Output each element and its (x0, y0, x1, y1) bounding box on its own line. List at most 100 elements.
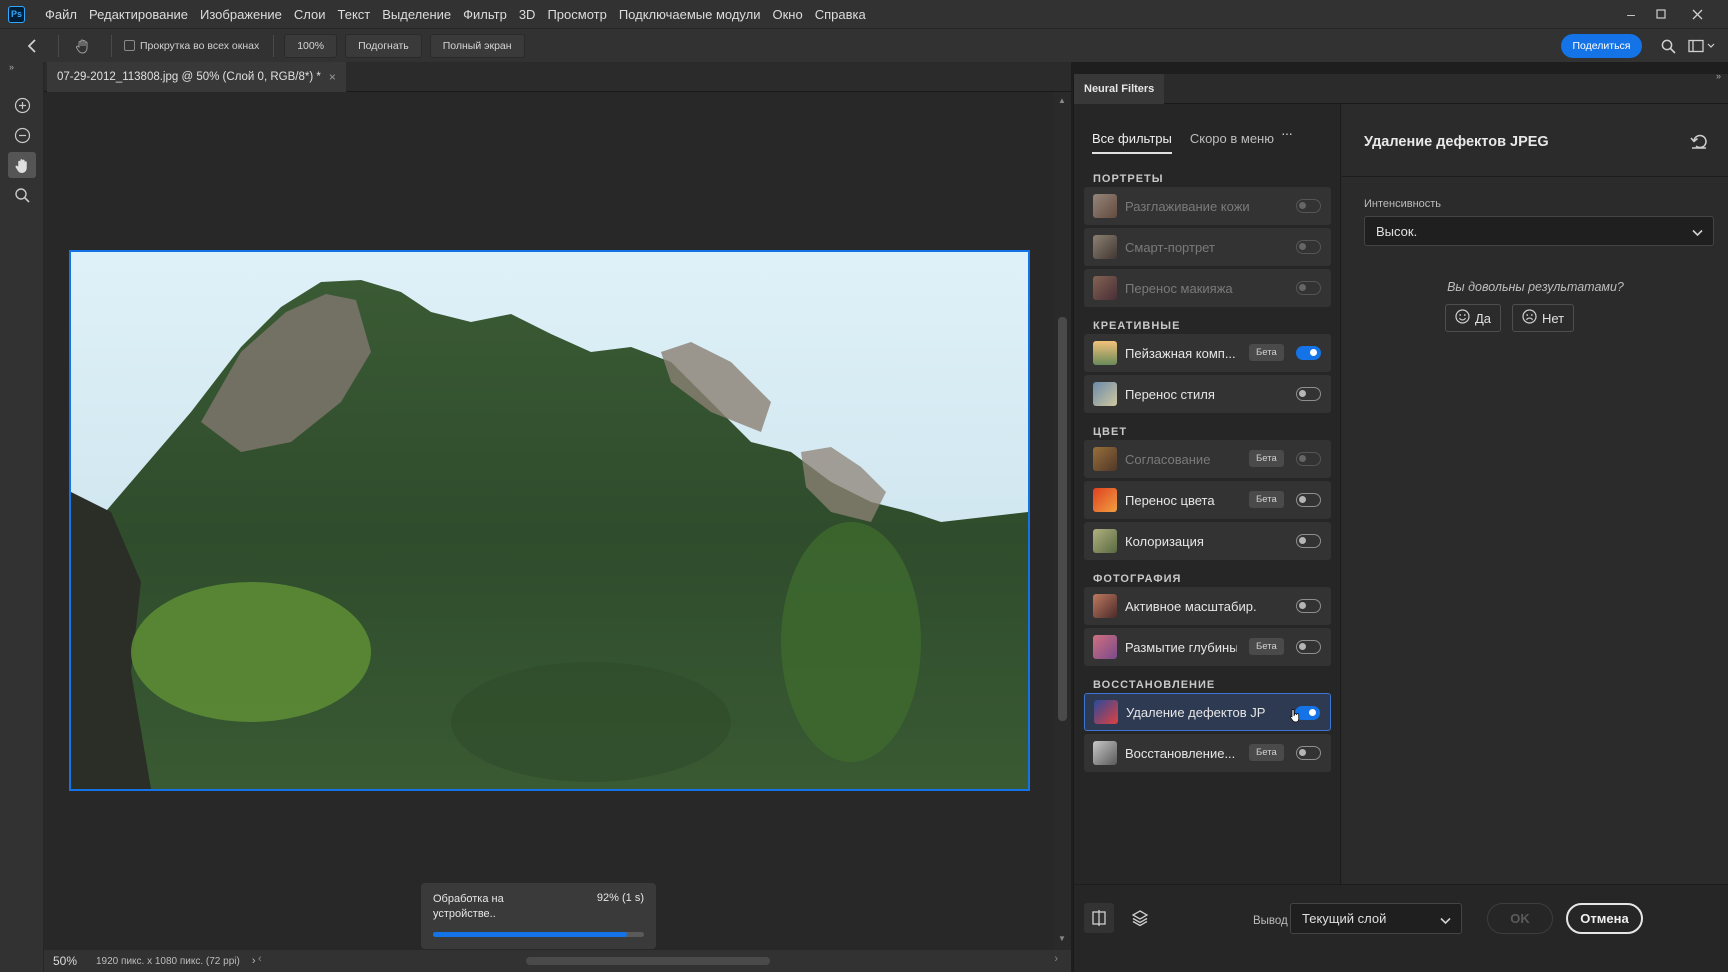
menu-layers[interactable]: Слои (294, 7, 326, 22)
magnifier-icon[interactable] (8, 182, 36, 208)
color-transfer-icon (1093, 488, 1117, 512)
compare-view-icon[interactable] (1084, 903, 1114, 933)
cancel-button[interactable]: Отмена (1566, 903, 1643, 934)
output-dropdown[interactable]: Текущий слой (1290, 903, 1462, 934)
filter-toggle[interactable] (1296, 640, 1321, 654)
filter-toggle[interactable] (1296, 387, 1321, 401)
hand-tool-active-icon[interactable] (8, 152, 36, 178)
filter-row-skin-smoothing[interactable]: Разглаживание кожи (1084, 187, 1331, 225)
more-options-icon[interactable]: ··· (1281, 125, 1293, 141)
scroll-thumb[interactable] (1058, 317, 1067, 721)
layer-preview-icon[interactable] (1125, 903, 1155, 933)
zoom-out-icon[interactable] (8, 122, 36, 148)
menu-window[interactable]: Окно (772, 7, 802, 22)
scroll-left-icon[interactable]: ‹ (258, 953, 262, 965)
filter-row-style-transfer[interactable]: Перенос стиля (1084, 375, 1331, 413)
filter-toggle[interactable] (1296, 240, 1321, 254)
style-transfer-icon (1093, 382, 1117, 406)
document-image (69, 250, 1030, 791)
intensity-dropdown[interactable]: Высок. (1364, 216, 1714, 246)
scroll-all-checkbox[interactable] (124, 40, 135, 51)
reset-icon[interactable] (1690, 134, 1710, 154)
filter-row-photo-restoration[interactable]: Восстановление... Бета (1084, 734, 1331, 772)
zoom-100-button[interactable]: 100% (284, 33, 338, 58)
share-button[interactable]: Поделиться (1561, 34, 1642, 58)
filter-row-super-zoom[interactable]: Активное масштабир. (1084, 587, 1331, 625)
filter-toggle[interactable] (1296, 534, 1321, 548)
tab-all-filters[interactable]: Все фильтры (1092, 131, 1172, 154)
status-arrow-icon[interactable]: › (252, 955, 256, 967)
menu-image[interactable]: Изображение (200, 7, 282, 22)
horizontal-scrollbar[interactable]: ‹ › (256, 953, 1060, 967)
filter-row-depth-blur[interactable]: Размытие глубины Бета (1084, 628, 1331, 666)
category-creative: КРЕАТИВНЫЕ (1093, 320, 1181, 332)
fit-screen-button[interactable]: Подогнать (345, 33, 422, 58)
filter-row-jpeg-artifacts-removal[interactable]: Удаление дефектов JPEG (1084, 693, 1331, 731)
feedback-no-button[interactable]: Нет (1512, 304, 1575, 332)
filter-row-landscape-mixer[interactable]: Пейзажная комп... Бета (1084, 334, 1331, 372)
close-tab-icon[interactable]: × (329, 70, 336, 84)
filter-name: Перенос стиля (1125, 386, 1215, 402)
search-icon[interactable] (1658, 36, 1678, 56)
tab-wait-list[interactable]: Скоро в меню (1190, 131, 1274, 154)
back-icon[interactable] (18, 32, 46, 60)
menu-edit[interactable]: Редактирование (89, 7, 188, 22)
filter-toggle[interactable] (1296, 199, 1321, 213)
filter-row-colorize[interactable]: Колоризация (1084, 522, 1331, 560)
maximize-icon[interactable] (1642, 0, 1680, 28)
filter-tabs: Все фильтры Скоро в меню (1092, 131, 1274, 154)
skin-smoothing-icon (1093, 194, 1117, 218)
intensity-value: Высок. (1376, 223, 1418, 239)
workspace-icon[interactable] (1686, 36, 1718, 56)
feedback-yes-button[interactable]: Да (1445, 304, 1502, 332)
full-screen-button[interactable]: Полный экран (429, 33, 525, 58)
panel-menu-icon[interactable]: » (1716, 71, 1721, 81)
progress-bar-fill (433, 932, 628, 937)
beta-badge: Бета (1249, 491, 1284, 508)
smile-icon (1455, 309, 1470, 327)
menu-help[interactable]: Справка (815, 7, 866, 22)
jpeg-artifacts-icon (1094, 700, 1118, 724)
menu-plugins[interactable]: Подключаемые модули (619, 7, 761, 22)
filter-toggle[interactable] (1296, 281, 1321, 295)
progress-bar (433, 932, 644, 937)
scroll-down-icon[interactable]: ▼ (1058, 934, 1066, 943)
menu-select[interactable]: Выделение (382, 7, 451, 22)
menu-file[interactable]: Файл (45, 7, 77, 22)
scroll-up-icon[interactable]: ▲ (1058, 96, 1066, 105)
filter-toggle[interactable] (1296, 346, 1321, 360)
filter-name: Удаление дефектов JPEG (1126, 704, 1266, 720)
filter-toggle[interactable] (1296, 452, 1321, 466)
zoom-level[interactable]: 50% (53, 954, 93, 968)
canvas-area[interactable] (44, 92, 1054, 950)
menu-3d[interactable]: 3D (519, 7, 536, 22)
scroll-right-icon[interactable]: › (1054, 953, 1058, 965)
beta-badge: Бета (1249, 450, 1284, 467)
filter-name: Пейзажная комп... (1125, 345, 1236, 361)
filter-row-smart-portrait[interactable]: Смарт-портрет (1084, 228, 1331, 266)
hand-tool-icon[interactable] (69, 32, 97, 60)
filter-row-harmonization[interactable]: Согласование Бета (1084, 440, 1331, 478)
filter-name: Согласование (1125, 451, 1211, 467)
menu-view[interactable]: Просмотр (547, 7, 606, 22)
filter-row-makeup-transfer[interactable]: Перенос макияжа (1084, 269, 1331, 307)
menu-filter[interactable]: Фильтр (463, 7, 507, 22)
filter-toggle[interactable] (1296, 493, 1321, 507)
close-window-icon[interactable] (1678, 0, 1716, 28)
selected-filter-title: Удаление дефектов JPEG (1364, 134, 1549, 150)
menu-type[interactable]: Текст (338, 7, 371, 22)
filter-row-color-transfer[interactable]: Перенос цвета Бета (1084, 481, 1331, 519)
collapse-panel-icon[interactable]: » (0, 62, 43, 78)
filter-toggle[interactable] (1296, 599, 1321, 613)
filter-toggle[interactable] (1296, 746, 1321, 760)
document-tab[interactable]: 07-29-2012_113808.jpg @ 50% (Слой 0, RGB… (47, 62, 346, 92)
canvas-vertical-scrollbar[interactable]: ▲ ▼ (1054, 92, 1071, 950)
output-label: Вывод (1253, 915, 1288, 927)
neural-filters-footer: Вывод Текущий слой OK Отмена (1074, 884, 1728, 972)
ok-button[interactable]: OK (1487, 903, 1553, 934)
horizontal-scroll-thumb[interactable] (526, 957, 770, 965)
filter-settings-pane: Удаление дефектов JPEG Интенсивность Выс… (1342, 104, 1728, 884)
category-portraits: ПОРТРЕТЫ (1093, 173, 1164, 185)
tools-panel: » (0, 62, 44, 972)
zoom-in-icon[interactable] (8, 92, 36, 118)
